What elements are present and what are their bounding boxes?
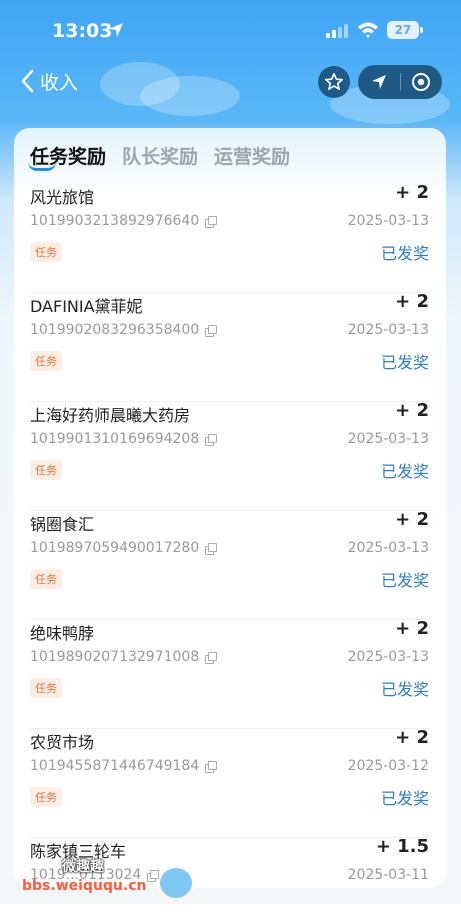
copy-icon[interactable]: [205, 216, 218, 228]
copy-icon[interactable]: [205, 652, 218, 664]
bottom-tab-bar-edge: [0, 904, 461, 920]
store-name: 锅圈食汇: [30, 515, 95, 534]
reward-amount: + 2: [395, 509, 429, 530]
watermark-mascot-icon: [158, 866, 194, 900]
task-tag: 任务: [30, 242, 62, 262]
copy-icon[interactable]: [205, 325, 218, 337]
reward-status: 已发奖: [380, 571, 429, 590]
list-item[interactable]: 上海好药师晨曦大药房 + 2 1019901310169694208 2025-…: [30, 400, 431, 511]
cellular-signal-icon: [326, 24, 348, 38]
battery-indicator: 27: [387, 21, 419, 39]
favorite-button[interactable]: [318, 66, 350, 98]
target-circle-icon: [412, 73, 431, 91]
reward-status: 已发奖: [380, 353, 429, 372]
list-item[interactable]: DAFINIA黛菲妮 + 2 1019902083296358400 2025-…: [30, 291, 431, 402]
tab-task-reward[interactable]: 任务奖励: [28, 142, 106, 171]
reward-amount: + 1.5: [375, 836, 429, 857]
record-date: 2025-03-13: [347, 213, 429, 229]
list-item[interactable]: 锅圈食汇 + 2 1019897059490017280 2025-03-13 …: [30, 509, 431, 620]
mini-program-capsule: [358, 65, 442, 99]
share-location-button[interactable]: [358, 65, 400, 99]
reward-card: 任务奖励 队长奖励 运营奖励 风光旅馆 + 2 1019903213892976…: [14, 128, 446, 888]
copy-icon[interactable]: [205, 761, 218, 773]
copy-icon[interactable]: [205, 434, 218, 446]
record-date: 2025-03-13: [347, 540, 429, 556]
watermark-title: 微趣趣: [62, 859, 104, 875]
location-arrow-icon: [109, 23, 123, 37]
order-id-text: 1019903213892976640: [30, 213, 200, 229]
task-tag: 任务: [30, 787, 62, 807]
cloud-decoration: [140, 76, 240, 116]
chevron-left-icon: [21, 69, 34, 93]
back-label: 收入: [40, 71, 79, 94]
tab-operation-reward[interactable]: 运营奖励: [214, 142, 290, 169]
tab-label: 运营奖励: [214, 146, 291, 168]
reward-status: 已发奖: [380, 789, 429, 808]
reward-status: 已发奖: [380, 462, 429, 481]
close-miniprogram-button[interactable]: [400, 65, 442, 99]
wifi-icon: [358, 22, 378, 38]
reward-amount: + 2: [395, 400, 429, 421]
list-item[interactable]: 风光旅馆 + 2 1019903213892976640 2025-03-13 …: [30, 182, 431, 293]
record-date: 2025-03-13: [347, 322, 429, 338]
location-arrow-icon: [371, 75, 386, 89]
order-id-text: 1019897059490017280: [30, 540, 200, 556]
reward-tabs: 任务奖励 队长奖励 运营奖励: [28, 142, 290, 171]
record-date: 2025-03-12: [347, 758, 429, 774]
store-name: 上海好药师晨曦大药房: [30, 406, 191, 425]
copy-icon[interactable]: [205, 543, 218, 555]
watermark-url: bbs.weiququ.cn: [22, 878, 147, 894]
order-id-text: 1019902083296358400: [30, 322, 200, 338]
store-name: 风光旅馆: [30, 188, 95, 207]
star-icon: [325, 73, 343, 90]
list-item[interactable]: 农贸市场 + 2 1019455871446749184 2025-03-12 …: [30, 727, 431, 838]
battery-tip: [420, 27, 423, 33]
order-id: 1019890207132971008: [30, 649, 218, 665]
list-item[interactable]: 绝味鸭脖 + 2 1019890207132971008 2025-03-13 …: [30, 618, 431, 729]
reward-status: 已发奖: [380, 244, 429, 263]
tab-label: 队长奖励: [122, 146, 199, 168]
reward-amount: + 2: [395, 618, 429, 639]
order-id-text: 1019890207132971008: [30, 649, 200, 665]
copy-icon[interactable]: [147, 870, 160, 882]
reward-status: 已发奖: [380, 680, 429, 699]
status-time: 13:03: [52, 20, 113, 42]
order-id: 1019901310169694208: [30, 431, 218, 447]
order-id-text: 1019901310169694208: [30, 431, 200, 447]
task-tag: 任务: [30, 351, 62, 371]
order-id: 1019902083296358400: [30, 322, 218, 338]
task-tag: 任务: [30, 460, 62, 480]
order-id: 1019897059490017280: [30, 540, 218, 556]
task-tag: 任务: [30, 678, 62, 698]
reward-amount: + 2: [395, 182, 429, 203]
record-date: 2025-03-13: [347, 649, 429, 665]
record-date: 2025-03-11: [347, 867, 429, 883]
status-bar: 13:03 27: [0, 0, 461, 60]
reward-amount: + 2: [395, 291, 429, 312]
order-id: 1019903213892976640: [30, 213, 218, 229]
store-name: DAFINIA黛菲妮: [30, 297, 143, 316]
store-name: 绝味鸭脖: [30, 624, 95, 643]
back-button[interactable]: 收入: [20, 66, 78, 96]
tab-captain-reward[interactable]: 队长奖励: [122, 142, 198, 169]
reward-amount: + 2: [395, 727, 429, 748]
reward-list: 风光旅馆 + 2 1019903213892976640 2025-03-13 …: [30, 182, 431, 888]
task-tag: 任务: [30, 569, 62, 589]
order-id-text: 1019455871446749184: [30, 758, 200, 774]
order-id: 1019455871446749184: [30, 758, 218, 774]
store-name: 农贸市场: [30, 733, 95, 752]
record-date: 2025-03-13: [347, 431, 429, 447]
